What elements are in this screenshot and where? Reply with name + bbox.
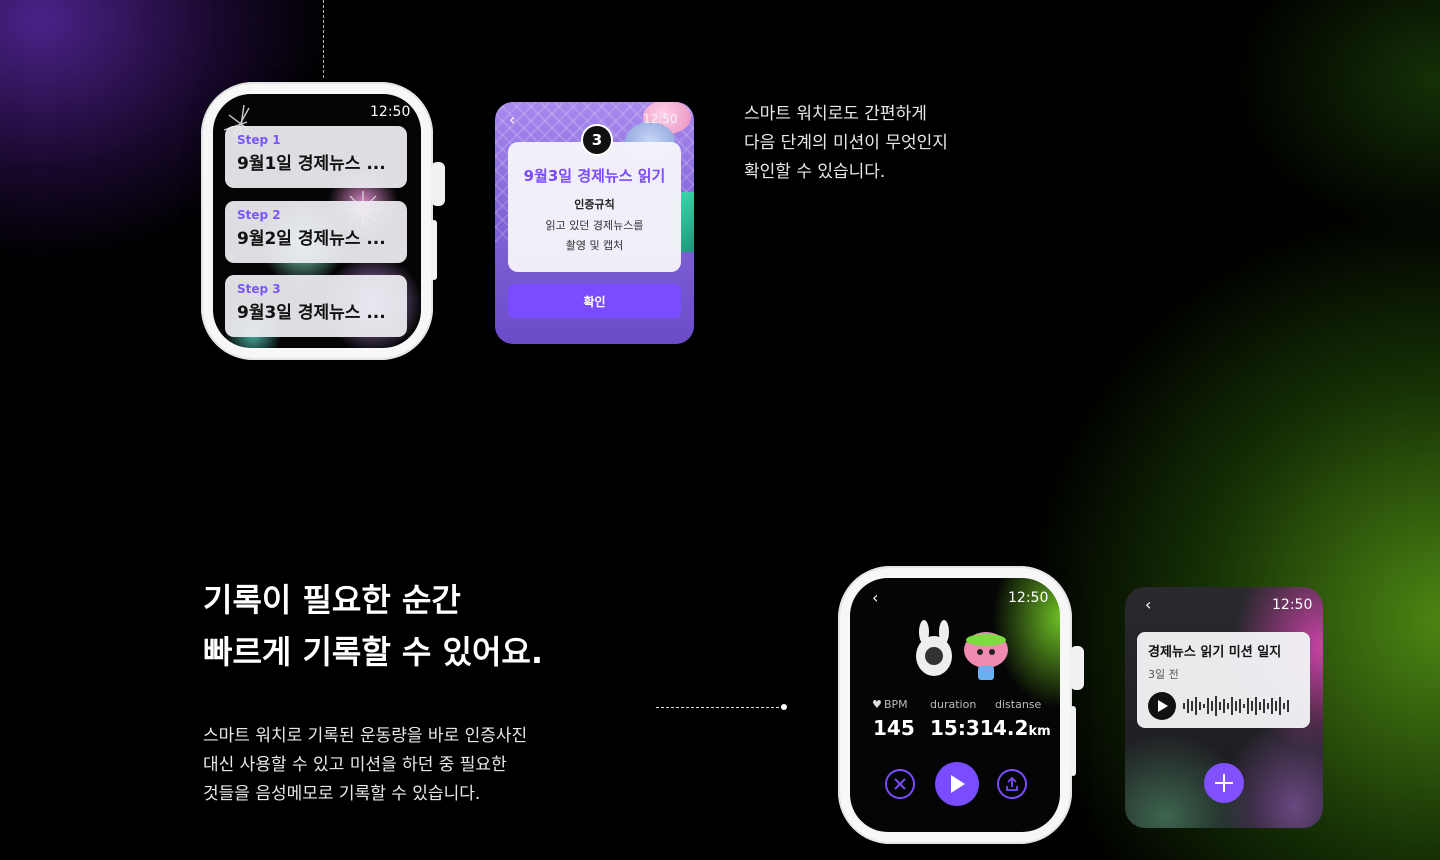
stat-label-duration: duration [930, 698, 977, 711]
clock-time: 12:50 [370, 104, 411, 120]
clock-time: 12:50 [643, 112, 678, 126]
chevron-left-icon[interactable]: ‹ [1145, 595, 1151, 614]
step-card-1[interactable]: Step 1 9월1일 경제뉴스 ... [225, 126, 407, 188]
step-card-3[interactable]: Step 3 9월3일 경제뉴스 ... [225, 275, 407, 337]
memo-date: 3일 전 [1148, 668, 1179, 681]
close-icon[interactable] [885, 769, 915, 799]
clock-time: 12:50 [1008, 590, 1049, 606]
rule-text: 읽고 있던 경제뉴스를 [545, 219, 644, 232]
desc-line: 다음 단계의 미션이 무엇인지 [744, 133, 948, 153]
step-title: 9월3일 경제뉴스 ... [237, 303, 386, 323]
heart-icon: ♥ [872, 698, 882, 711]
step-label: Step 1 [237, 133, 281, 147]
watch-side-button [1070, 706, 1076, 776]
step-title: 9월2일 경제뉴스 ... [237, 229, 386, 249]
step-label: Step 2 [237, 208, 281, 222]
desc-line: 스마트 워치로도 간편하게 [744, 104, 927, 124]
plus-icon[interactable] [1204, 763, 1244, 803]
desc-line: 스마트 워치로 기록된 운동량을 바로 인증사진 [203, 726, 528, 746]
step-number-badge: 3 [581, 124, 613, 156]
heading-line: 기록이 필요한 순간 [203, 581, 461, 619]
desc-line: 대신 사용할 수 있고 미션을 하던 중 필요한 [203, 755, 507, 775]
section1-description: 스마트 워치로도 간편하게 다음 단계의 미션이 무엇인지 확인할 수 있습니다… [744, 100, 1004, 187]
watch-workout: ‹ 12:50 ♥ BPM duration distanse 145 15:3… [838, 566, 1084, 844]
watch-step-list: 12:50 Step 1 9월1일 경제뉴스 ... Step 2 9월2일 경… [201, 82, 445, 360]
step-label: Step 3 [237, 282, 281, 296]
watch-side-button [431, 220, 437, 280]
stat-label-bpm: BPM [884, 698, 908, 711]
watch-crown [1070, 646, 1084, 690]
watch-crown [431, 162, 445, 206]
mission-title: 9월3일 경제뉴스 읽기 [523, 167, 666, 185]
watch-screen: ‹ 12:50 ♥ BPM duration distanse 145 15:3… [850, 578, 1060, 832]
section2-heading: 기록이 필요한 순간 빠르게 기록할 수 있어요. [203, 574, 543, 678]
memo-title: 경제뉴스 읽기 미션 일지 [1148, 645, 1282, 660]
chevron-left-icon[interactable]: ‹ [872, 588, 878, 607]
connector-dot [781, 704, 787, 710]
memo-card[interactable]: 경제뉴스 읽기 미션 일지 3일 전 [1137, 632, 1310, 728]
memo-play-button[interactable] [1148, 692, 1176, 720]
section2-description: 스마트 워치로 기록된 운동량을 바로 인증사진 대신 사용할 수 있고 미션을… [203, 722, 583, 809]
chevron-left-icon[interactable]: ‹ [509, 110, 515, 129]
mission-card: 9월3일 경제뉴스 읽기 인증규칙 읽고 있던 경제뉴스를 촬영 및 캡처 [508, 142, 681, 272]
stat-label-distance: distanse [995, 698, 1042, 711]
rule-heading: 인증규칙 [574, 198, 615, 211]
play-icon[interactable] [935, 762, 979, 806]
heading-line: 빠르게 기록할 수 있어요. [203, 633, 543, 671]
desc-line: 것들을 음성메모로 기록할 수 있습니다. [203, 784, 481, 804]
confirm-button[interactable]: 확인 [508, 284, 681, 318]
step-title: 9월1일 경제뉴스 ... [237, 154, 386, 174]
desc-line: 확인할 수 있습니다. [744, 162, 886, 182]
connector-line-horizontal [656, 707, 784, 708]
mission-detail-screen: ‹ 12:50 9월3일 경제뉴스 읽기 인증규칙 읽고 있던 경제뉴스를 촬영… [495, 102, 694, 344]
rule-text: 촬영 및 캡처 [565, 239, 624, 252]
stat-value-distance: 4.2km [993, 716, 1051, 740]
waveform-icon [1183, 696, 1289, 716]
character-illustration-icon [916, 620, 1008, 680]
share-icon[interactable] [997, 769, 1027, 799]
distance-unit: km [1028, 724, 1051, 739]
play-icon [1158, 700, 1168, 712]
stat-value-bpm: 145 [873, 716, 915, 740]
connector-line-vertical [323, 0, 324, 78]
watch-screen: 12:50 Step 1 9월1일 경제뉴스 ... Step 2 9월2일 경… [213, 94, 421, 348]
clock-time: 12:50 [1272, 597, 1313, 613]
stat-value-duration: 15:31 [930, 716, 994, 740]
voice-memo-screen: ‹ 12:50 경제뉴스 읽기 미션 일지 3일 전 [1125, 587, 1323, 828]
step-card-2[interactable]: Step 2 9월2일 경제뉴스 ... [225, 201, 407, 263]
distance-number: 4.2 [993, 716, 1029, 740]
